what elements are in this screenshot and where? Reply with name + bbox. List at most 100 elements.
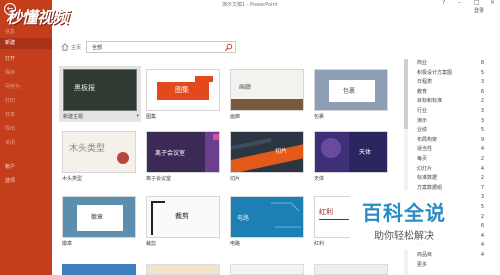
- thumb-title: 离子会议室: [155, 150, 186, 157]
- category-name: 幻灯片: [417, 165, 433, 172]
- category-name: 演示: [417, 117, 428, 124]
- template-tile-partial[interactable]: [146, 264, 220, 275]
- category-row[interactable]: 标准数据 2: [412, 174, 488, 183]
- rail-item-share[interactable]: 共享: [0, 110, 52, 121]
- category-name: 教育: [417, 88, 428, 95]
- category-row[interactable]: 业绩 5: [412, 126, 488, 135]
- category-row[interactable]: 商业 8: [412, 59, 488, 68]
- rail-item-print[interactable]: 打印: [0, 96, 52, 107]
- template-tile-slice[interactable]: 切片 切片: [230, 131, 304, 191]
- template-tile-partial[interactable]: [230, 264, 304, 275]
- rail-item-close[interactable]: 关闭: [0, 138, 52, 149]
- category-name: 业绩: [417, 127, 428, 134]
- template-tile-crop[interactable]: 裁剪 裁剪: [146, 196, 220, 256]
- search-input[interactable]: 全部: [86, 41, 236, 53]
- category-count: 3: [480, 108, 484, 114]
- template-tile-gallery[interactable]: 图集 图集: [146, 69, 220, 129]
- category-name: 商业: [417, 60, 428, 66]
- template-thumbnail: 离子会议室: [146, 131, 220, 173]
- thumb-title: 包裹: [343, 88, 356, 95]
- thumb-title: 木头类型: [69, 144, 106, 154]
- category-count: 4: [480, 232, 484, 239]
- category-row[interactable]: 更多: [412, 261, 488, 270]
- home-icon[interactable]: [61, 43, 69, 51]
- category-name: 积极设计方案图: [417, 69, 453, 76]
- overlay-watermark: 百科全说 助你轻松解决: [350, 191, 472, 249]
- sign-in-link[interactable]: 登录: [474, 7, 484, 14]
- category-row[interactable]: 教育 6: [412, 88, 488, 97]
- template-tile-blank[interactable]: 黑板报 新建主题 ▾: [59, 66, 141, 122]
- category-name: 日程表: [417, 79, 433, 86]
- template-thumbnail: 包裹: [314, 69, 388, 111]
- overlay-title: 百科全说: [362, 201, 446, 225]
- category-count: 3: [480, 79, 484, 86]
- rail-item-export[interactable]: 导出: [0, 124, 52, 135]
- rail-item-options[interactable]: 选项: [0, 176, 52, 187]
- category-count: 9: [480, 136, 484, 143]
- template-tile-partial[interactable]: [314, 264, 388, 275]
- rail-item-account[interactable]: 帐户: [0, 162, 52, 173]
- template-tile-ion-boardroom[interactable]: 离子会议室 离子会议室: [146, 131, 220, 191]
- category-count: 8: [480, 60, 484, 66]
- template-thumbnail: 裁剪: [146, 196, 220, 238]
- thumb-title: 裁剪: [175, 212, 189, 220]
- maximize-icon[interactable]: □: [474, 0, 480, 6]
- rail-item-save-as[interactable]: 另存为: [0, 82, 52, 93]
- search-icon[interactable]: [224, 43, 233, 52]
- category-row[interactable]: 目标和标准 2: [412, 97, 488, 106]
- thumb-title: 电路: [237, 215, 250, 222]
- template-thumbnail: 徽章: [62, 196, 136, 238]
- powerpoint-new-backstage: ← 信息 新建 打开 保存 另存为 打印 共享 导出 关闭 帐户 选项 秒懂视频…: [0, 0, 500, 275]
- template-label: 天体: [314, 176, 325, 182]
- category-count: 2: [480, 98, 484, 105]
- category-count: 7: [480, 184, 484, 191]
- template-tile-gallery-wood[interactable]: 画廊 画廊: [230, 69, 304, 129]
- pin-icon[interactable]: ▾: [136, 113, 139, 119]
- template-tile-badge[interactable]: 徽章 徽章: [62, 196, 136, 256]
- rail-item-info[interactable]: 信息: [0, 27, 52, 38]
- category-count: 3: [480, 194, 484, 201]
- thumb-title: 黑板报: [74, 84, 95, 92]
- template-label: 图集: [146, 114, 157, 120]
- template-tile-celestial[interactable]: 天体 天体: [314, 131, 388, 191]
- template-tile-parcel[interactable]: 包裹 包裹: [314, 69, 388, 129]
- category-row[interactable]: 行业 3: [412, 107, 488, 116]
- template-tile-woodtype[interactable]: 木头类型 木头类型: [62, 131, 136, 191]
- category-row[interactable]: 适当性 4: [412, 145, 488, 154]
- category-row[interactable]: 日程表 3: [412, 78, 488, 87]
- thumb-title: 徽章: [91, 214, 104, 221]
- backstage-rail: ← 信息 新建 打开 保存 另存为 打印 共享 导出 关闭 帐户 选项: [0, 0, 52, 275]
- category-row[interactable]: 积极设计方案图 5: [412, 69, 488, 78]
- home-label[interactable]: 主页: [71, 44, 81, 51]
- overlay-subtitle: 助你轻松解决: [374, 231, 434, 242]
- window-controls: ? – □ ×: [440, 0, 500, 6]
- category-count: 5: [480, 69, 484, 76]
- category-row[interactable]: 每页 2: [412, 155, 488, 164]
- rail-item-open[interactable]: 打开: [0, 54, 52, 65]
- rail-item-new[interactable]: 新建: [0, 38, 52, 49]
- category-count: 5: [480, 127, 484, 134]
- template-label: 裁剪: [146, 241, 157, 247]
- help-icon[interactable]: ?: [442, 0, 445, 6]
- thumb-title: 画廊: [239, 84, 252, 91]
- watermark-logo: 秒懂视频: [6, 8, 69, 27]
- template-thumbnail: 天体: [314, 131, 388, 173]
- rail-item-save[interactable]: 保存: [0, 68, 52, 79]
- template-tile-circuit[interactable]: 电路 电路: [230, 196, 304, 256]
- minimize-icon[interactable]: –: [458, 0, 461, 6]
- category-name: 每页: [417, 156, 428, 162]
- category-count: 2: [480, 156, 484, 162]
- close-icon[interactable]: ×: [490, 0, 495, 6]
- category-row[interactable]: 演示 3: [412, 117, 488, 126]
- template-tile-partial[interactable]: [62, 264, 136, 275]
- category-name: 行业: [417, 108, 428, 114]
- category-name: 商品目: [417, 252, 433, 258]
- category-row[interactable]: 布局构架 9: [412, 136, 488, 145]
- scrollbar-thumb[interactable]: [404, 59, 408, 129]
- category-count: 5: [480, 204, 484, 210]
- category-name: 布局构架: [417, 136, 438, 143]
- window-title: 演示文稿1 - PowerPoint: [222, 2, 278, 8]
- category-row[interactable]: 商品目 4: [412, 251, 488, 260]
- category-row[interactable]: 幻灯片 4: [412, 165, 488, 174]
- template-label: 红利: [314, 241, 325, 247]
